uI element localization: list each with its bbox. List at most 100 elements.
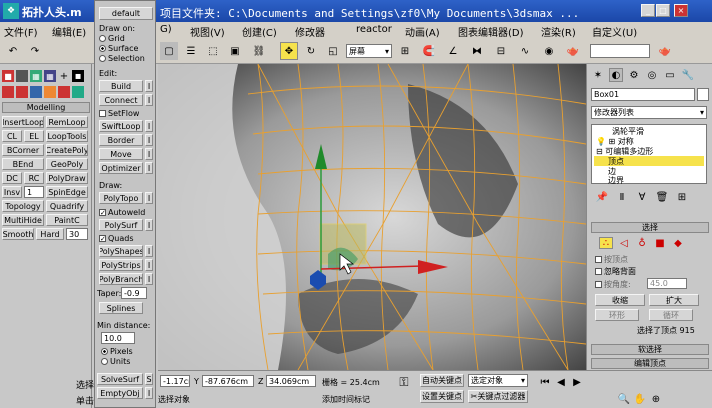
edit-vertices-rollout[interactable]: 编辑顶点 bbox=[591, 358, 709, 369]
polyshapes-button[interactable]: PolyShapes bbox=[99, 245, 143, 257]
modifier-list-dropdown[interactable]: 修改器列表 ▾ bbox=[591, 106, 707, 119]
ignore-backfacing-checkbox[interactable]: 忽略背面 bbox=[595, 266, 636, 277]
border-button[interactable]: Border bbox=[99, 134, 143, 146]
curve-editor-icon[interactable]: ∿ bbox=[516, 42, 534, 60]
edge-mode-icon[interactable]: ◁ bbox=[617, 237, 631, 249]
angle-input[interactable]: 45.0 bbox=[647, 278, 687, 289]
solvesurf-button[interactable]: SolveSurf bbox=[97, 373, 143, 385]
pan-icon[interactable]: ✋ bbox=[634, 393, 646, 405]
modify-tab-icon[interactable]: ◐ bbox=[609, 68, 623, 82]
make-unique-icon[interactable]: ∀ bbox=[635, 190, 649, 204]
green-tool-icon[interactable]: ▦ bbox=[30, 70, 42, 82]
polygon-mode-icon[interactable]: ■ bbox=[653, 237, 667, 249]
menu-customize[interactable]: 自定义(U) bbox=[592, 24, 637, 39]
modifier-stack[interactable]: 涡轮平滑 💡 ⊞ 对称 ⊟ 可编辑多边形 顶点 边 边界 bbox=[591, 124, 707, 184]
green-swatch-icon[interactable] bbox=[72, 86, 84, 98]
motion-tab-icon[interactable]: ◎ bbox=[645, 68, 659, 82]
menu-graph-editors[interactable]: 图表编辑器(D) bbox=[458, 24, 524, 39]
emptyobj-button[interactable]: EmptyObj bbox=[97, 387, 143, 399]
fill-tool-icon[interactable]: ▪ bbox=[72, 70, 84, 82]
side-toggle-7[interactable]: I bbox=[145, 192, 153, 204]
rc-button[interactable]: RC bbox=[24, 172, 44, 184]
setflow-checkbox[interactable]: SetFlow bbox=[99, 109, 139, 118]
side-toggle-6[interactable]: I bbox=[145, 162, 153, 174]
key-filters-button[interactable]: ✂ 关键点过滤器 bbox=[468, 390, 528, 403]
select-object-icon[interactable]: ▢ bbox=[160, 42, 178, 60]
close-button[interactable]: × bbox=[674, 4, 688, 17]
topology-button[interactable]: Topology bbox=[2, 200, 44, 212]
autoweld-checkbox[interactable]: ✓ Autoweld bbox=[99, 208, 145, 217]
plus-icon[interactable]: + bbox=[58, 70, 70, 82]
prev-frame-icon[interactable]: ◀ bbox=[554, 375, 568, 389]
app-icon[interactable]: ❖ bbox=[3, 3, 19, 19]
red-swatch-icon[interactable] bbox=[2, 86, 14, 98]
multihide-button[interactable]: MultiHide bbox=[2, 214, 44, 226]
utilities-tab-icon[interactable]: 🔧 bbox=[681, 68, 695, 82]
blue-tool-icon[interactable]: ▦ bbox=[44, 70, 56, 82]
minimize-button[interactable]: _ bbox=[641, 4, 655, 17]
object-color-swatch[interactable] bbox=[697, 88, 709, 101]
menu-edit[interactable]: 编辑(E) bbox=[52, 24, 86, 39]
draw-on-selection-radio[interactable]: Selection bbox=[99, 54, 145, 63]
key-selection-dropdown[interactable]: 选定对象 ▾ bbox=[468, 374, 528, 387]
border-mode-icon[interactable]: ♁ bbox=[635, 237, 649, 249]
quick-render-icon[interactable]: 🫖 bbox=[656, 42, 674, 60]
object-name-field[interactable]: Box01 bbox=[591, 88, 695, 101]
menu-file[interactable]: 文件(F) bbox=[4, 24, 38, 39]
side-toggle-11[interactable]: I bbox=[145, 273, 153, 285]
swiftloop-button[interactable]: SwiftLoop bbox=[99, 120, 143, 132]
menu-create[interactable]: 创建(C) bbox=[242, 24, 277, 39]
display-tab-icon[interactable]: ▭ bbox=[663, 68, 677, 82]
build-button[interactable]: Build bbox=[99, 80, 143, 92]
configure-sets-icon[interactable]: ⊞ bbox=[675, 190, 689, 204]
move-button[interactable]: Move bbox=[99, 148, 143, 160]
red-swatch2-icon[interactable] bbox=[16, 86, 28, 98]
bcorner-button[interactable]: BCorner bbox=[2, 144, 44, 156]
quadrify-button[interactable]: Quadrify bbox=[46, 200, 88, 212]
units-radio[interactable]: Units bbox=[101, 357, 130, 366]
menu-reactor[interactable]: reactor bbox=[356, 24, 392, 35]
selection-rollout-header[interactable]: 选择 bbox=[591, 222, 709, 233]
window-crossing-icon[interactable]: ▣ bbox=[226, 42, 244, 60]
modelling-header[interactable]: Modelling bbox=[2, 102, 90, 113]
geopoly-button[interactable]: GeoPoly bbox=[46, 158, 88, 170]
polysurf-button[interactable]: PolySurf bbox=[99, 219, 143, 231]
polystrips-button[interactable]: PolyStrips bbox=[99, 259, 143, 271]
orbit-icon[interactable]: ⊕ bbox=[650, 393, 662, 405]
taper-input[interactable]: -0.9 bbox=[121, 287, 147, 299]
align-icon[interactable]: ⊟ bbox=[492, 42, 510, 60]
grid-tool-icon[interactable] bbox=[16, 70, 28, 82]
scale-icon[interactable]: ◱ bbox=[324, 42, 342, 60]
remove-modifier-icon[interactable]: 🗑 bbox=[655, 190, 669, 204]
draw-on-surface-radio[interactable]: Surface bbox=[99, 44, 138, 53]
goto-start-icon[interactable]: ⏮ bbox=[538, 375, 552, 389]
x-coordinate-field[interactable]: -1.17cm bbox=[160, 375, 190, 387]
optimizer-button[interactable]: Optimizer bbox=[99, 162, 143, 174]
side-toggle-9[interactable]: I bbox=[145, 245, 153, 257]
splines-button[interactable]: Splines bbox=[99, 302, 143, 314]
redo-icon[interactable]: ↷ bbox=[26, 42, 44, 60]
stack-vertex-selected[interactable]: 顶点 bbox=[594, 156, 704, 166]
play-icon[interactable]: ▶ bbox=[570, 375, 584, 389]
element-mode-icon[interactable]: ◆ bbox=[671, 237, 685, 249]
remloop-button[interactable]: RemLoop bbox=[46, 116, 88, 128]
region-select-icon[interactable]: ⬚ bbox=[204, 42, 222, 60]
side-toggle-4[interactable]: I bbox=[145, 134, 153, 146]
default-button[interactable]: default bbox=[99, 7, 153, 20]
min-distance-input[interactable]: 10.0 bbox=[101, 332, 135, 344]
move-icon[interactable]: ✥ bbox=[280, 42, 298, 60]
createpoly-button[interactable]: CreatePoly bbox=[46, 144, 88, 156]
spinedge-button[interactable]: SpinEdge bbox=[46, 186, 88, 198]
draw-on-grid-radio[interactable]: Grid bbox=[99, 34, 125, 43]
polydraw-button[interactable]: PolyDraw bbox=[46, 172, 88, 184]
menu-view[interactable]: 视图(V) bbox=[190, 24, 225, 39]
angle-snap-icon[interactable]: ∠ bbox=[444, 42, 462, 60]
grow-button[interactable]: 扩大 bbox=[649, 294, 699, 306]
perspective-viewport[interactable] bbox=[158, 64, 586, 370]
connect-button[interactable]: Connect bbox=[99, 94, 143, 106]
side-toggle-13[interactable]: I bbox=[145, 387, 153, 399]
by-angle-checkbox[interactable]: 按角度: bbox=[595, 279, 631, 290]
undo-icon[interactable]: ↶ bbox=[4, 42, 22, 60]
hard-button[interactable]: Hard bbox=[36, 228, 64, 240]
el-button[interactable]: EL bbox=[24, 130, 44, 142]
